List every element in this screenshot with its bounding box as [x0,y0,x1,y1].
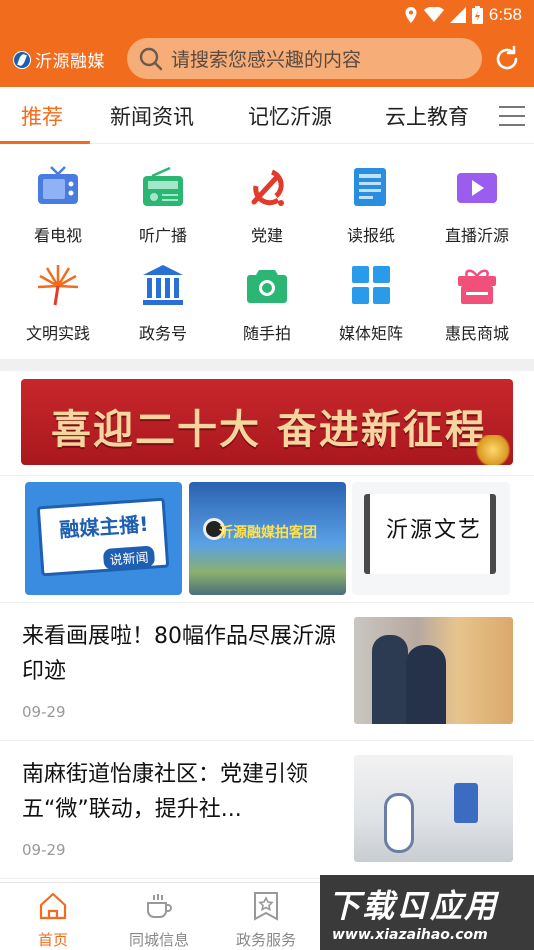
grid-item-mall[interactable]: 惠民商城 [424,262,530,344]
nav-label: 首页 [37,931,68,949]
wifi-icon [423,7,444,22]
nav-gov-service[interactable]: 政务服务 [213,891,319,950]
party-emblem-icon [251,169,284,206]
watermark-url: www.xiazaihao.com [332,927,488,943]
watermark-text: 下载ㄖ应用 [328,887,499,925]
feature-card-photographers[interactable]: 沂源融媒拍客团 [189,482,346,595]
feature-card-title: 沂源融媒拍客团 [219,525,317,541]
grid-label: 直播沂源 [444,226,509,245]
tab-memory[interactable]: 记忆沂源 [248,101,332,131]
status-bar: 6:58 [0,0,534,30]
grid-label: 政务号 [138,324,187,343]
camera-icon [247,270,287,303]
grid-item-newspaper[interactable]: 读报纸 [318,164,424,246]
feature-card-title: 沂源文艺 [386,518,483,543]
search-placeholder: 请搜索您感兴趣的内容 [171,49,362,71]
grid-label: 媒体矩阵 [338,324,403,343]
logo-text: 沂源融媒 [35,52,105,72]
government-building-icon [143,265,183,305]
logo-mark-icon [13,50,31,69]
banner-decoration [473,435,513,465]
nav-label: 政务服务 [235,931,296,949]
grid-label: 文明实践 [25,324,90,343]
grid-item-matrix[interactable]: 媒体矩阵 [318,262,424,344]
grid-item-live[interactable]: 直播沂源 [424,164,530,246]
thumbnail-figure [454,783,478,823]
grid-item-camera[interactable]: 随手拍 [214,262,320,344]
feature-card-anchor[interactable]: 融媒主播! 说新闻 [25,482,182,595]
grid-label: 听广播 [138,226,187,245]
grid-item-government[interactable]: 政务号 [110,262,216,344]
grid-label: 随手拍 [242,324,291,343]
refresh-icon[interactable] [492,44,522,74]
signal-icon [449,7,466,23]
feature-grid: 看电视 听广播 党建 读报纸 直播沂源 文明实践 政务号 随手拍 媒体矩阵 惠民… [0,144,534,359]
feature-card-subtitle: 说新闻 [102,545,156,570]
grid-label: 看电视 [33,226,82,245]
live-video-icon [457,173,497,203]
star-badge-icon [254,892,278,921]
watermark: 下载ㄖ应用 www.xiazaihao.com [320,875,534,950]
nav-home[interactable]: 首页 [0,891,106,950]
search-input[interactable]: 请搜索您感兴趣的内容 [127,38,482,79]
grid-item-civilization[interactable]: 文明实践 [5,262,111,344]
news-title: 来看画展啦！80幅作品尽展沂源印迹 [22,624,336,684]
status-time: 6:58 [488,5,522,24]
tab-recommend[interactable]: 推荐 [21,101,63,131]
grid-item-party[interactable]: 党建 [214,164,320,246]
news-item[interactable]: 南麻街道怡康社区：党建引领 五“微”联动，提升社... 09-29 [0,741,534,879]
grid-label: 读报纸 [346,226,395,245]
tv-icon [38,166,78,204]
nav-label: 同城信息 [128,931,189,949]
news-title: 南麻街道怡康社区：党建引领 五“微”联动，提升社... [22,762,309,822]
tab-menu-icon[interactable] [499,106,525,128]
promo-banner[interactable]: 喜迎二十大 奋进新征程 [21,379,513,465]
news-date: 09-29 [22,703,66,721]
tab-news[interactable]: 新闻资讯 [110,101,194,131]
news-date: 09-29 [22,841,66,859]
thumbnail-figure [384,793,414,853]
feature-card-arts[interactable]: 沂源文艺 [352,482,510,595]
thumbnail-figure [406,645,446,724]
radio-icon [143,166,183,206]
section-divider [0,359,534,371]
gift-shop-icon [458,269,496,304]
news-item[interactable]: 来看画展啦！80幅作品尽展沂源印迹 09-29 [0,603,534,741]
grid-label: 党建 [250,226,283,245]
battery-icon [471,6,483,24]
search-icon [139,47,163,70]
news-thumbnail [354,617,513,724]
banner-text: 喜迎二十大 奋进新征程 [51,406,487,453]
feature-cards: 融媒主播! 说新闻 沂源融媒拍客团 沂源文艺 [0,475,534,603]
civilization-fan-icon [37,265,79,306]
status-icons: 6:58 [404,4,522,26]
category-tabs: 推荐 新闻资讯 记忆沂源 云上教育 [0,87,534,144]
thumbnail-figure [372,635,408,724]
news-thumbnail [354,755,513,862]
coffee-cup-icon [147,894,172,918]
anchor-card-panel: 融媒主播! 说新闻 [36,497,170,577]
location-icon [405,7,417,23]
matrix-grid-icon [352,266,390,304]
grid-item-tv[interactable]: 看电视 [5,164,111,246]
grid-label: 惠民商城 [444,324,509,343]
newspaper-icon [354,168,386,206]
home-icon [39,892,67,920]
feature-card-title: 融媒主播! [58,511,150,542]
nav-local-info[interactable]: 同城信息 [106,891,212,950]
tab-education[interactable]: 云上教育 [385,101,469,131]
app-logo[interactable]: 沂源融媒 [13,47,105,72]
app-header: 沂源融媒 请搜索您感兴趣的内容 [0,30,534,87]
grid-item-radio[interactable]: 听广播 [110,164,216,246]
